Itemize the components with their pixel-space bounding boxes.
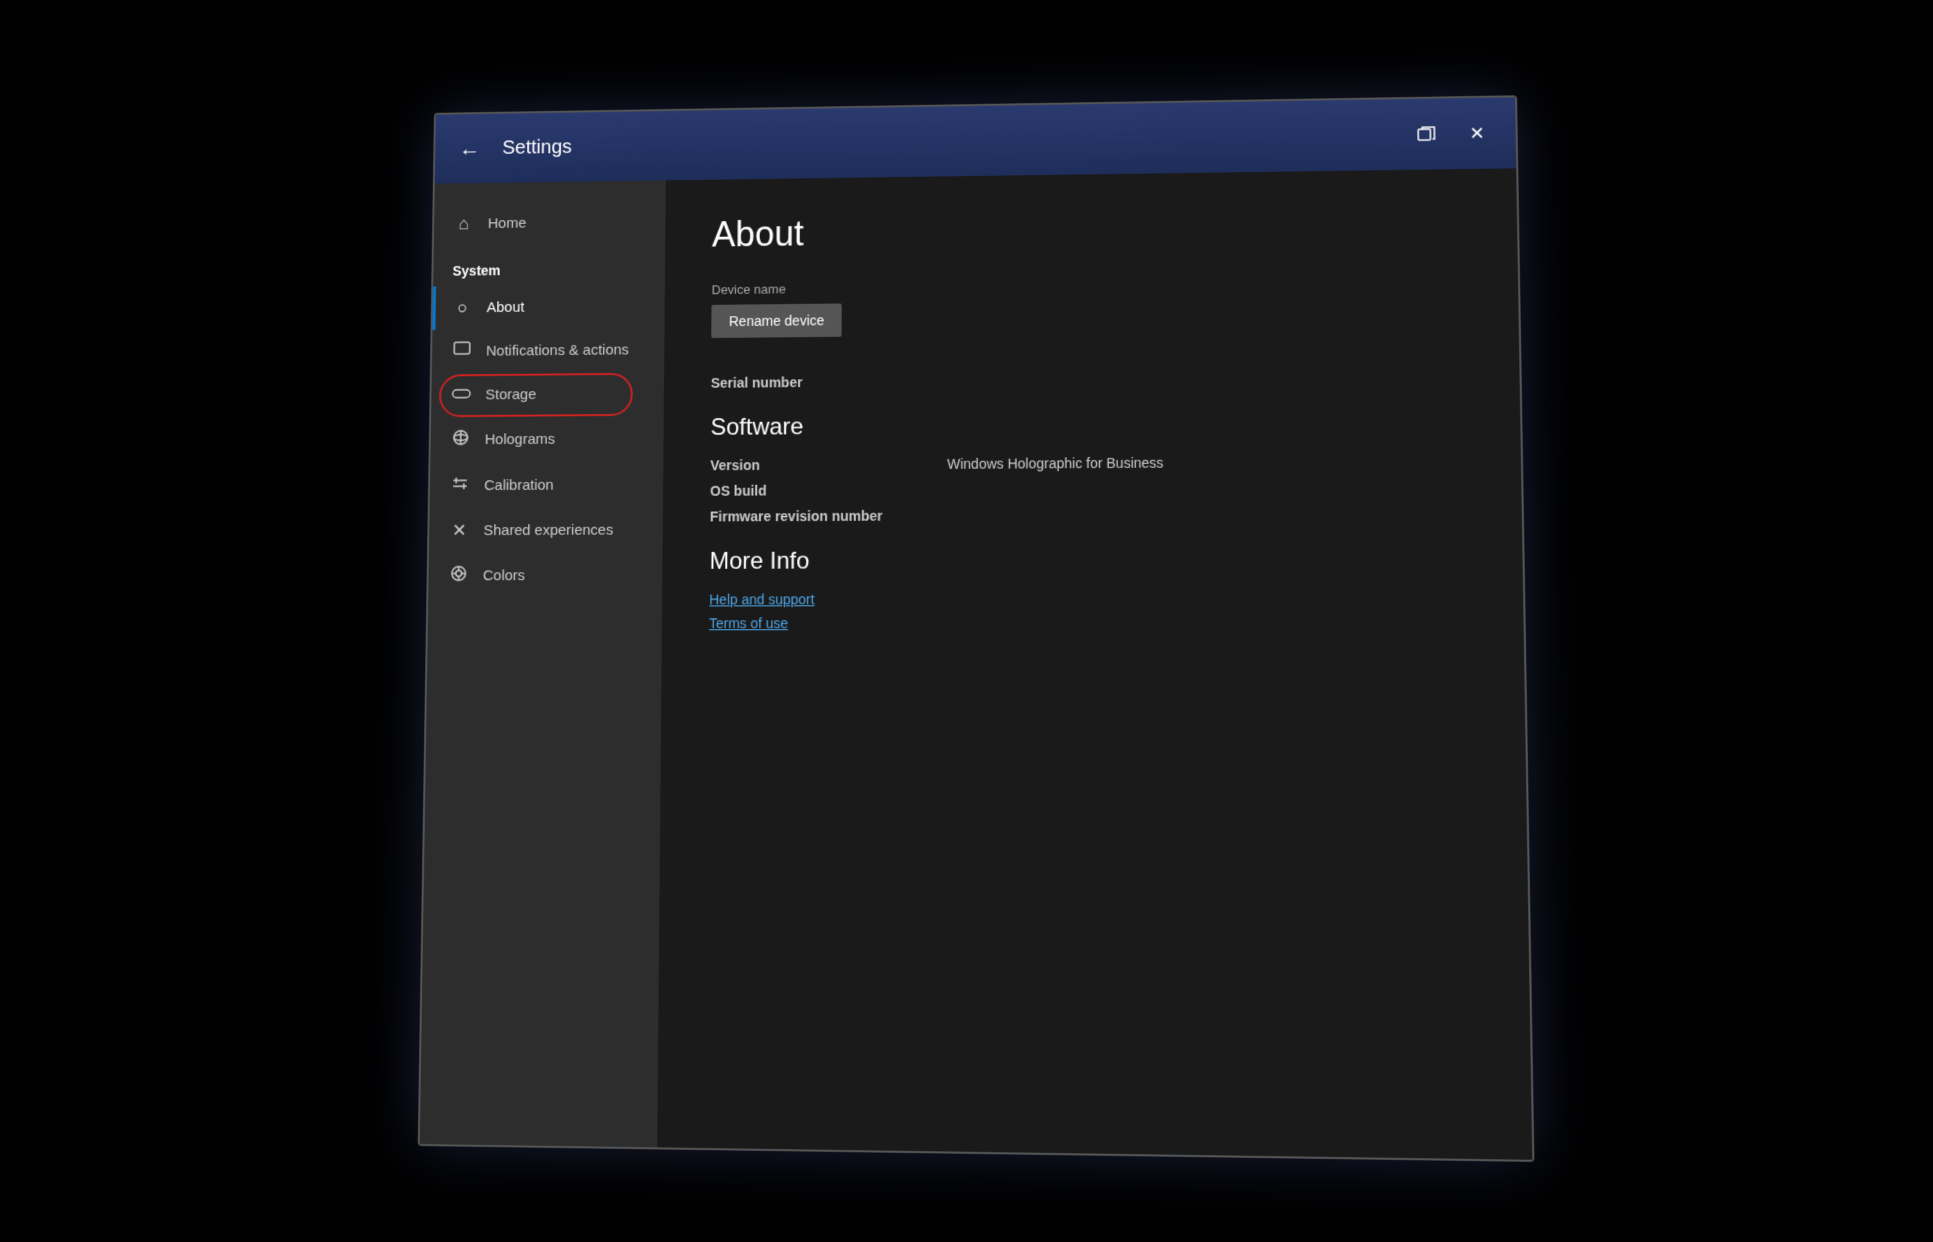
holograms-icon [449, 429, 471, 452]
help-support-link[interactable]: Help and support [709, 590, 1474, 607]
calibration-icon [449, 475, 471, 498]
sidebar-item-colors[interactable]: Colors [428, 552, 662, 599]
rename-device-button[interactable]: Rename device [711, 303, 842, 338]
sidebar-item-notifications[interactable]: Notifications & actions [431, 328, 664, 374]
colors-icon [447, 565, 469, 588]
serial-number-label: Serial number [710, 369, 1470, 391]
os-build-key: OS build [710, 482, 907, 499]
page-title: About [711, 205, 1468, 256]
back-button[interactable]: ← [454, 136, 485, 161]
sidebar-item-calibration[interactable]: Calibration [429, 462, 663, 509]
info-icon: ○ [451, 298, 472, 319]
version-value: Windows Holographic for Business [947, 455, 1163, 472]
os-build-row: OS build [710, 479, 1472, 499]
sidebar: ⌂ Home System ○ About Notifications & ac… [419, 180, 665, 1147]
restore-button[interactable] [1407, 116, 1444, 152]
sidebar-storage-label: Storage [485, 386, 536, 403]
home-icon: ⌂ [453, 214, 474, 234]
more-info-heading: More Info [709, 546, 1473, 576]
sidebar-holograms-label: Holograms [484, 431, 554, 448]
sidebar-item-shared[interactable]: ✕ Shared experiences [428, 508, 662, 553]
sidebar-item-holograms[interactable]: Holograms [430, 416, 663, 463]
main-content: About Device name Rename device Serial n… [657, 168, 1532, 1159]
content-area: ⌂ Home System ○ About Notifications & ac… [419, 168, 1532, 1159]
firmware-key: Firmware revision number [709, 508, 907, 525]
sidebar-item-about[interactable]: ○ About [432, 284, 664, 330]
sidebar-notifications-label: Notifications & actions [485, 342, 628, 360]
sidebar-item-home[interactable]: ⌂ Home [433, 200, 665, 246]
system-section-label: System [433, 243, 665, 286]
device-name-label: Device name [711, 274, 1469, 297]
app-window: ← Settings ✕ ⌂ Home System ○ About [417, 95, 1534, 1162]
window-title: Settings [502, 123, 1408, 159]
sidebar-calibration-label: Calibration [484, 477, 554, 494]
more-info-section: More Info Help and support Terms of use [709, 546, 1474, 632]
shared-icon: ✕ [448, 520, 470, 541]
notifications-icon [451, 341, 472, 362]
terms-of-use-link[interactable]: Terms of use [709, 614, 1474, 631]
sidebar-shared-label: Shared experiences [483, 522, 613, 539]
version-key: Version [710, 456, 907, 473]
sidebar-home-label: Home [487, 215, 526, 232]
firmware-row: Firmware revision number [709, 505, 1472, 524]
sidebar-colors-label: Colors [482, 567, 524, 584]
close-button[interactable]: ✕ [1458, 115, 1495, 151]
software-heading: Software [710, 409, 1471, 442]
window-controls: ✕ [1407, 115, 1495, 152]
sidebar-item-storage[interactable]: Storage [431, 372, 664, 418]
storage-icon [450, 385, 472, 406]
device-name-section: Device name Rename device [711, 274, 1470, 361]
sidebar-about-label: About [486, 299, 524, 316]
version-row: Version Windows Holographic for Business [710, 453, 1472, 473]
serial-number-section: Serial number [710, 369, 1470, 391]
